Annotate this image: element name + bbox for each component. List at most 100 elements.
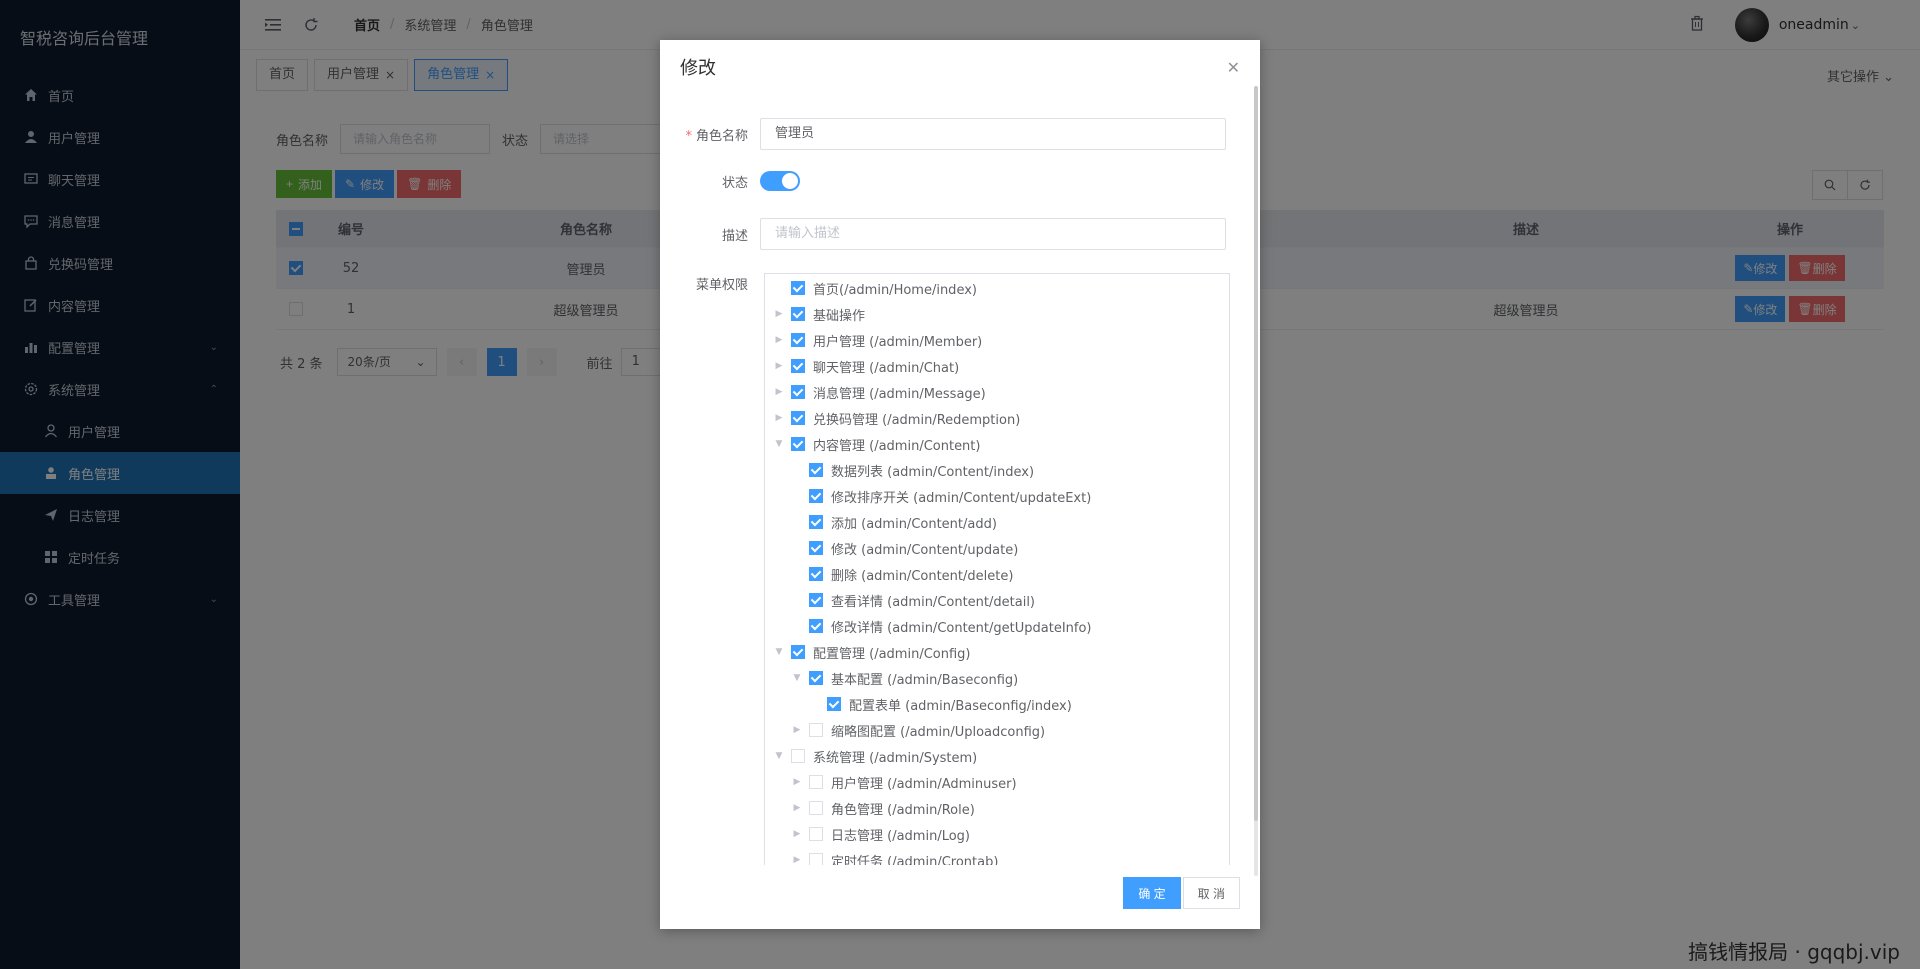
- confirm-button[interactable]: 确 定: [1123, 877, 1181, 909]
- caret-right-icon[interactable]: ▶: [791, 855, 803, 865]
- tree-node[interactable]: ▼ 系统管理 (/admin/System): [765, 743, 1229, 769]
- tree-node-label: 日志管理 (/admin/Log): [831, 828, 970, 844]
- tree-node-checkbox[interactable]: [809, 775, 823, 789]
- tree-node-label: 定时任务 (/admin/Crontab): [831, 854, 999, 866]
- desc-row: 描述 请输入描述: [680, 218, 1226, 250]
- tree-node-label: 查看详情 (admin/Content/detail): [831, 594, 1036, 610]
- tree-node[interactable]: 数据列表 (admin/Content/index): [765, 457, 1229, 483]
- tree-node-checkbox[interactable]: [809, 619, 823, 633]
- desc-label: 描述: [721, 228, 748, 244]
- tree-node[interactable]: 删除 (admin/Content/delete): [765, 561, 1229, 587]
- role-name-label: 角色名称: [695, 128, 748, 144]
- menu-permission-label: 菜单权限: [695, 278, 748, 293]
- tree-node[interactable]: ▶ 缩略图配置 (/admin/Uploadconfig): [765, 717, 1229, 743]
- tree-node-checkbox[interactable]: [809, 515, 823, 529]
- tree-node[interactable]: ▼ 基本配置 (/admin/Baseconfig): [765, 665, 1229, 691]
- tree-node-label: 修改 (admin/Content/update): [831, 542, 1019, 558]
- tree-node-checkbox[interactable]: [809, 463, 823, 477]
- caret-down-icon[interactable]: ▼: [791, 673, 803, 683]
- tree-node-checkbox[interactable]: [791, 411, 805, 425]
- tree-node-checkbox[interactable]: [809, 723, 823, 737]
- tree-node-label: 数据列表 (admin/Content/index): [831, 464, 1035, 480]
- dialog-footer: 确 定 取 消: [1121, 877, 1240, 909]
- caret-right-icon[interactable]: ▶: [773, 335, 785, 345]
- tree-node-checkbox[interactable]: [791, 281, 805, 295]
- caret-right-icon[interactable]: ▶: [791, 777, 803, 787]
- status-row: 状态: [680, 171, 800, 191]
- tree-node-label: 修改详情 (admin/Content/getUpdateInfo): [831, 620, 1092, 636]
- tree-node-label: 用户管理 (/admin/Adminuser): [831, 776, 1017, 792]
- tree-node[interactable]: 添加 (admin/Content/add): [765, 509, 1229, 535]
- tree-node-checkbox[interactable]: [791, 645, 805, 659]
- tree-node-checkbox[interactable]: [791, 437, 805, 451]
- role-name-input[interactable]: 管理员: [760, 118, 1226, 150]
- role-name-row: * 角色名称 管理员: [680, 118, 1226, 150]
- tree-node[interactable]: 配置表单 (admin/Baseconfig/index): [765, 691, 1229, 717]
- tree-node-checkbox[interactable]: [809, 593, 823, 607]
- tree-node[interactable]: ▶ 聊天管理 (/admin/Chat): [765, 353, 1229, 379]
- tree-node-label: 基础操作: [813, 308, 866, 324]
- tree-node-checkbox[interactable]: [809, 671, 823, 685]
- tree-node-label: 添加 (admin/Content/add): [831, 516, 997, 532]
- tree-node[interactable]: ▶ 用户管理 (/admin/Member): [765, 327, 1229, 353]
- tree-node-checkbox[interactable]: [809, 489, 823, 503]
- caret-right-icon[interactable]: ▶: [791, 725, 803, 735]
- tree-node-label: 配置管理 (/admin/Config): [813, 646, 971, 662]
- tree-node[interactable]: ▼ 内容管理 (/admin/Content): [765, 431, 1229, 457]
- tree-node-checkbox[interactable]: [791, 385, 805, 399]
- tree-node-checkbox[interactable]: [827, 697, 841, 711]
- tree-node-label: 基本配置 (/admin/Baseconfig): [831, 672, 1019, 688]
- caret-right-icon[interactable]: ▶: [773, 413, 785, 423]
- tree-node-checkbox[interactable]: [809, 827, 823, 841]
- tree-node[interactable]: ▼ 配置管理 (/admin/Config): [765, 639, 1229, 665]
- tree-node[interactable]: 首页(/admin/Home/index): [765, 275, 1229, 301]
- tree-node-label: 修改排序开关 (admin/Content/updateExt): [831, 490, 1092, 506]
- tree-node[interactable]: ▶ 基础操作: [765, 301, 1229, 327]
- tree-node[interactable]: ▶ 日志管理 (/admin/Log): [765, 821, 1229, 847]
- tree-node-label: 配置表单 (admin/Baseconfig/index): [849, 698, 1072, 714]
- tree-node-label: 用户管理 (/admin/Member): [813, 334, 983, 350]
- tree-node-label: 聊天管理 (/admin/Chat): [813, 360, 960, 376]
- tree-node[interactable]: 查看详情 (admin/Content/detail): [765, 587, 1229, 613]
- caret-right-icon[interactable]: ▶: [773, 309, 785, 319]
- tree-node[interactable]: 修改排序开关 (admin/Content/updateExt): [765, 483, 1229, 509]
- tree-node[interactable]: ▶ 消息管理 (/admin/Message): [765, 379, 1229, 405]
- close-icon[interactable]: ✕: [1227, 58, 1240, 77]
- tree-node-label: 内容管理 (/admin/Content): [813, 438, 981, 454]
- permission-tree: 首页(/admin/Home/index) ▶ 基础操作 ▶ 用户管理 (/admin/…: [764, 273, 1230, 865]
- tree-node-checkbox[interactable]: [809, 541, 823, 555]
- tree-node-checkbox[interactable]: [791, 307, 805, 321]
- caret-down-icon[interactable]: ▼: [773, 751, 785, 761]
- tree-node[interactable]: 修改详情 (admin/Content/getUpdateInfo): [765, 613, 1229, 639]
- tree-node-checkbox[interactable]: [809, 801, 823, 815]
- tree-node-label: 删除 (admin/Content/delete): [831, 568, 1014, 584]
- caret-right-icon[interactable]: ▶: [791, 803, 803, 813]
- tree-node[interactable]: ▶ 兑换码管理 (/admin/Redemption): [765, 405, 1229, 431]
- caret-right-icon[interactable]: ▶: [773, 361, 785, 371]
- tree-node[interactable]: 修改 (admin/Content/update): [765, 535, 1229, 561]
- desc-input[interactable]: 请输入描述: [760, 218, 1226, 250]
- cancel-button[interactable]: 取 消: [1182, 877, 1240, 909]
- tree-node[interactable]: ▶ 定时任务 (/admin/Crontab): [765, 847, 1229, 865]
- tree-node-label: 缩略图配置 (/admin/Uploadconfig): [831, 724, 1046, 740]
- caret-right-icon[interactable]: ▶: [791, 829, 803, 839]
- tree-node-label: 兑换码管理 (/admin/Redemption): [813, 412, 1021, 428]
- tree-node-label: 消息管理 (/admin/Message): [813, 386, 986, 402]
- caret-down-icon[interactable]: ▼: [773, 647, 785, 657]
- caret-right-icon[interactable]: ▶: [773, 387, 785, 397]
- dialog-scrollbar[interactable]: [1254, 86, 1258, 876]
- caret-down-icon[interactable]: ▼: [773, 439, 785, 449]
- tree-node-checkbox[interactable]: [791, 749, 805, 763]
- tree-node[interactable]: ▶ 用户管理 (/admin/Adminuser): [765, 769, 1229, 795]
- tree-node-checkbox[interactable]: [791, 359, 805, 373]
- tree-node-label: 首页(/admin/Home/index): [813, 282, 977, 298]
- dialog-title: 修改: [680, 58, 716, 79]
- status-toggle[interactable]: [760, 171, 800, 191]
- tree-node-checkbox[interactable]: [809, 567, 823, 581]
- tree-node-label: 角色管理 (/admin/Role): [831, 802, 975, 818]
- tree-node[interactable]: ▶ 角色管理 (/admin/Role): [765, 795, 1229, 821]
- tree-node-checkbox[interactable]: [809, 853, 823, 865]
- tree-node-checkbox[interactable]: [791, 333, 805, 347]
- menu-permission-row: 菜单权限: [680, 274, 760, 293]
- tree-node-label: 系统管理 (/admin/System): [813, 750, 978, 766]
